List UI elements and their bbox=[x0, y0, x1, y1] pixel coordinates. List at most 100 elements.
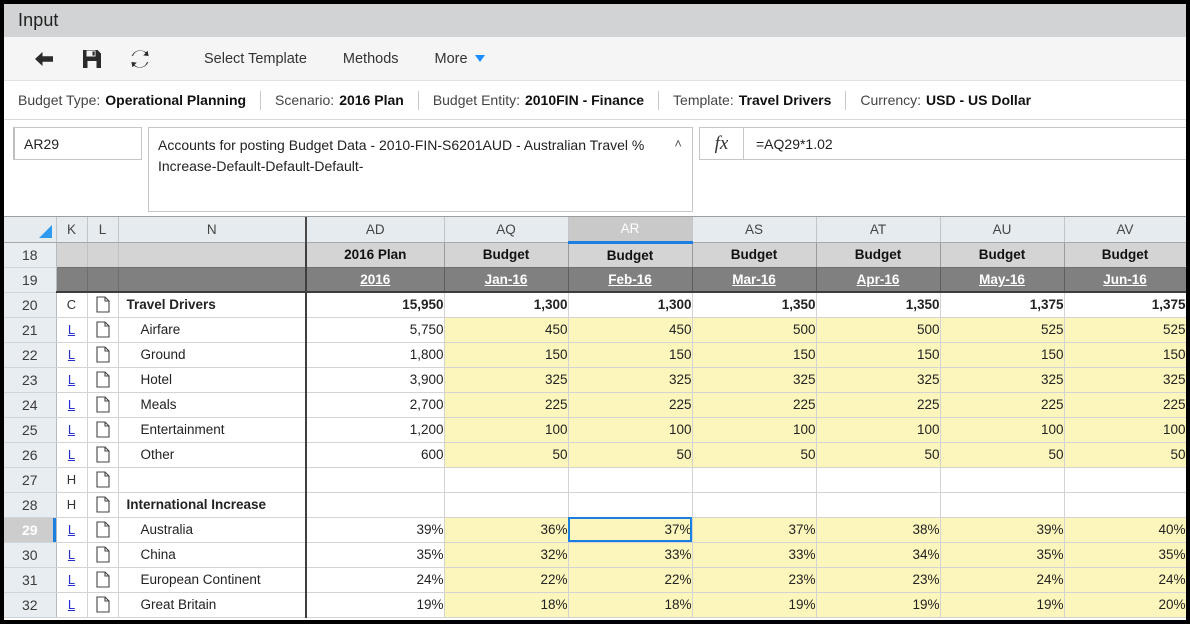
cell-as-25[interactable]: 100 bbox=[692, 417, 817, 443]
cell-as-26[interactable]: 50 bbox=[692, 442, 817, 468]
cell-k-23[interactable]: L bbox=[56, 367, 88, 393]
band-blank-cell[interactable] bbox=[118, 242, 307, 268]
cell-l-23[interactable] bbox=[87, 367, 119, 393]
cell-ad-21[interactable]: 5,750 bbox=[305, 317, 445, 343]
cell-at-20[interactable]: 1,350 bbox=[816, 292, 941, 318]
cell-ad-25[interactable]: 1,200 bbox=[305, 417, 445, 443]
cell-aq-21[interactable]: 450 bbox=[444, 317, 569, 343]
function-icon[interactable]: fx bbox=[700, 128, 744, 159]
header-cell-ar-18[interactable]: Budget bbox=[568, 242, 693, 268]
line-item-link[interactable]: L bbox=[68, 422, 75, 437]
cell-ad-29[interactable]: 39% bbox=[305, 517, 445, 543]
header-cell-ar-19[interactable]: Feb-16 bbox=[568, 267, 693, 293]
cell-aq-28[interactable] bbox=[444, 492, 569, 518]
cell-k-29[interactable]: L bbox=[56, 517, 88, 543]
cell-aq-32[interactable]: 18% bbox=[444, 592, 569, 618]
row-header-24[interactable]: 24 bbox=[4, 392, 57, 418]
cell-at-24[interactable]: 225 bbox=[816, 392, 941, 418]
cell-ad-24[interactable]: 2,700 bbox=[305, 392, 445, 418]
cell-at-32[interactable]: 19% bbox=[816, 592, 941, 618]
cell-l-20[interactable] bbox=[87, 292, 119, 318]
cell-ad-26[interactable]: 600 bbox=[305, 442, 445, 468]
cell-k-24[interactable]: L bbox=[56, 392, 88, 418]
row-header-18[interactable]: 18 bbox=[4, 242, 57, 268]
cell-n-20[interactable]: Travel Drivers bbox=[118, 292, 307, 318]
cell-as-31[interactable]: 23% bbox=[692, 567, 817, 593]
cell-ad-22[interactable]: 1,800 bbox=[305, 342, 445, 368]
more-menu-button[interactable]: More bbox=[417, 37, 503, 81]
cell-as-28[interactable] bbox=[692, 492, 817, 518]
row-header-31[interactable]: 31 bbox=[4, 567, 57, 593]
cell-av-20[interactable]: 1,375 bbox=[1064, 292, 1186, 318]
cell-ad-23[interactable]: 3,900 bbox=[305, 367, 445, 393]
cell-au-29[interactable]: 39% bbox=[940, 517, 1065, 543]
cell-at-22[interactable]: 150 bbox=[816, 342, 941, 368]
document-icon[interactable] bbox=[95, 321, 110, 338]
column-header-k[interactable]: K bbox=[56, 217, 88, 243]
cell-ar-23[interactable]: 325 bbox=[568, 367, 693, 393]
line-item-link[interactable]: L bbox=[68, 522, 75, 537]
header-cell-au-19[interactable]: May-16 bbox=[940, 267, 1065, 293]
cell-ad-31[interactable]: 24% bbox=[305, 567, 445, 593]
cell-aq-31[interactable]: 22% bbox=[444, 567, 569, 593]
row-header-30[interactable]: 30 bbox=[4, 542, 57, 568]
row-header-23[interactable]: 23 bbox=[4, 367, 57, 393]
cell-aq-26[interactable]: 50 bbox=[444, 442, 569, 468]
cell-n-26[interactable]: Other bbox=[118, 442, 307, 468]
formula-input[interactable]: =AQ29*1.02 bbox=[744, 128, 1186, 159]
cell-ad-27[interactable] bbox=[305, 467, 445, 493]
cell-k-31[interactable]: L bbox=[56, 567, 88, 593]
column-header-aq[interactable]: AQ bbox=[444, 217, 569, 243]
cell-k-32[interactable]: L bbox=[56, 592, 88, 618]
cell-as-22[interactable]: 150 bbox=[692, 342, 817, 368]
column-header-au[interactable]: AU bbox=[940, 217, 1065, 243]
cell-as-30[interactable]: 33% bbox=[692, 542, 817, 568]
cell-l-27[interactable] bbox=[87, 467, 119, 493]
document-icon[interactable] bbox=[95, 521, 110, 538]
cell-as-24[interactable]: 225 bbox=[692, 392, 817, 418]
document-icon[interactable] bbox=[95, 496, 110, 513]
column-header-l[interactable]: L bbox=[87, 217, 119, 243]
cell-aq-25[interactable]: 100 bbox=[444, 417, 569, 443]
cell-ar-29[interactable]: 37% bbox=[568, 517, 693, 543]
cell-n-32[interactable]: Great Britain bbox=[118, 592, 307, 618]
header-cell-av-19[interactable]: Jun-16 bbox=[1064, 267, 1186, 293]
cell-l-30[interactable] bbox=[87, 542, 119, 568]
cell-au-28[interactable] bbox=[940, 492, 1065, 518]
cell-k-27[interactable]: H bbox=[56, 467, 88, 493]
row-header-29[interactable]: 29 bbox=[4, 517, 57, 543]
cell-k-20[interactable]: C bbox=[56, 292, 88, 318]
cell-ar-31[interactable]: 22% bbox=[568, 567, 693, 593]
cell-av-30[interactable]: 35% bbox=[1064, 542, 1186, 568]
cell-av-26[interactable]: 50 bbox=[1064, 442, 1186, 468]
cell-k-22[interactable]: L bbox=[56, 342, 88, 368]
column-header-n[interactable]: N bbox=[118, 217, 307, 243]
cell-au-31[interactable]: 24% bbox=[940, 567, 1065, 593]
cell-ar-27[interactable] bbox=[568, 467, 693, 493]
line-item-link[interactable]: L bbox=[68, 322, 75, 337]
row-header-20[interactable]: 20 bbox=[4, 292, 57, 318]
header-cell-aq-18[interactable]: Budget bbox=[444, 242, 569, 268]
cell-l-32[interactable] bbox=[87, 592, 119, 618]
cell-av-28[interactable] bbox=[1064, 492, 1186, 518]
cell-l-31[interactable] bbox=[87, 567, 119, 593]
cell-k-25[interactable]: L bbox=[56, 417, 88, 443]
header-cell-ad-18[interactable]: 2016 Plan bbox=[305, 242, 445, 268]
cell-av-25[interactable]: 100 bbox=[1064, 417, 1186, 443]
line-item-link[interactable]: L bbox=[68, 572, 75, 587]
cell-ad-30[interactable]: 35% bbox=[305, 542, 445, 568]
cell-ar-24[interactable]: 225 bbox=[568, 392, 693, 418]
cell-aq-30[interactable]: 32% bbox=[444, 542, 569, 568]
document-icon[interactable] bbox=[95, 571, 110, 588]
cell-au-30[interactable]: 35% bbox=[940, 542, 1065, 568]
cell-ad-28[interactable] bbox=[305, 492, 445, 518]
document-icon[interactable] bbox=[95, 421, 110, 438]
cell-l-28[interactable] bbox=[87, 492, 119, 518]
cell-av-24[interactable]: 225 bbox=[1064, 392, 1186, 418]
cell-as-27[interactable] bbox=[692, 467, 817, 493]
cell-ar-32[interactable]: 18% bbox=[568, 592, 693, 618]
cell-au-23[interactable]: 325 bbox=[940, 367, 1065, 393]
cell-as-32[interactable]: 19% bbox=[692, 592, 817, 618]
row-header-32[interactable]: 32 bbox=[4, 592, 57, 618]
cell-ar-22[interactable]: 150 bbox=[568, 342, 693, 368]
